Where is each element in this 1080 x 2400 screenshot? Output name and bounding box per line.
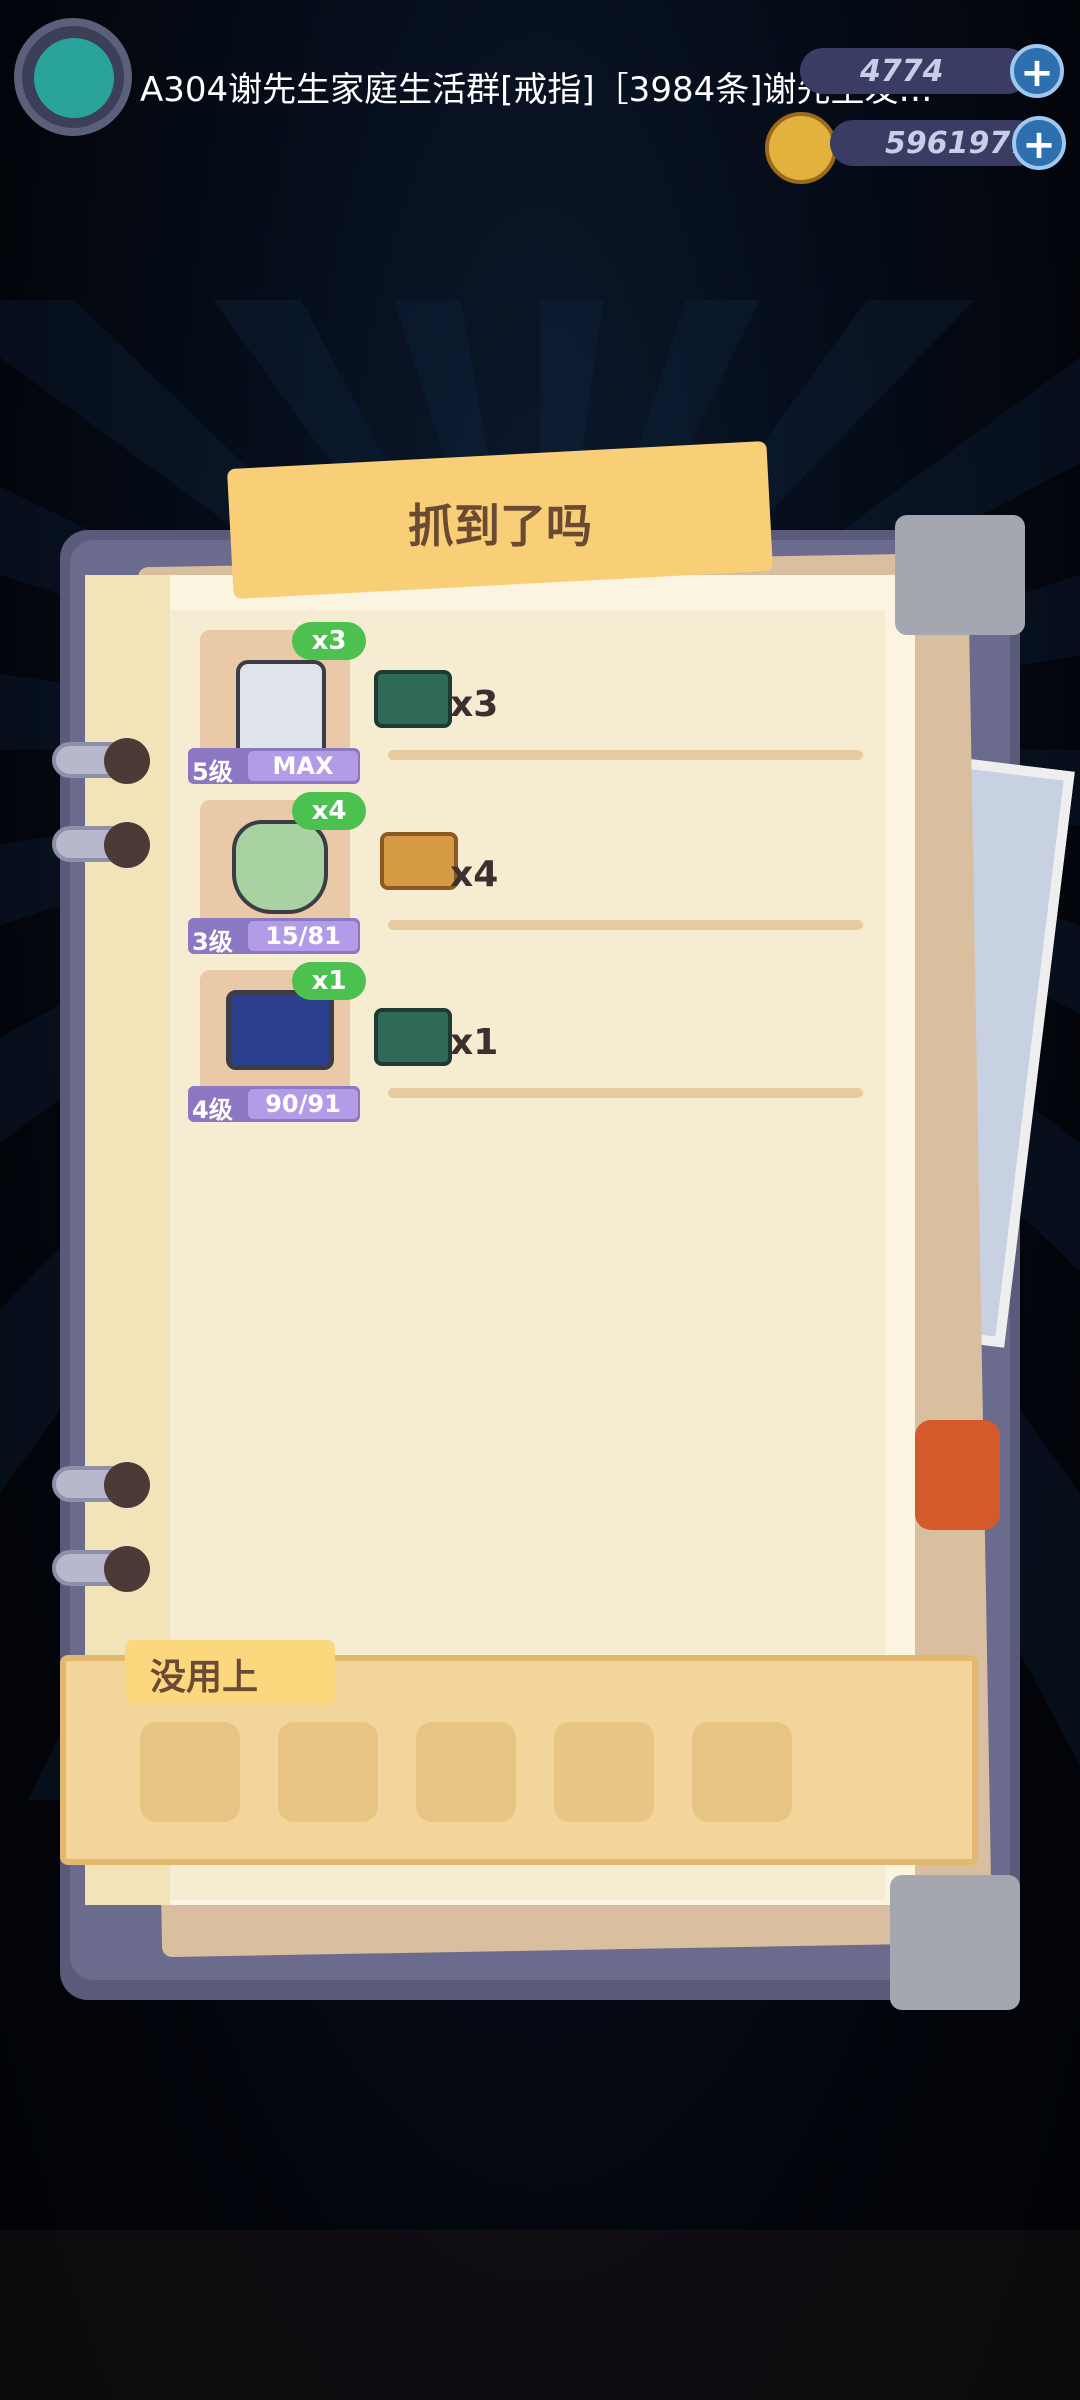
empty-item-slot[interactable] [140,1722,240,1822]
bottom-nav-bar [0,2230,1080,2400]
empty-item-slot[interactable] [416,1722,516,1822]
spiral-hole [104,1546,150,1592]
resource-1-value: 4774 [860,54,944,89]
level-label: 3级 [192,928,233,956]
add-resource-2-button[interactable]: + [1012,116,1066,170]
level-label: 5级 [192,758,233,786]
green-toolbox-icon [374,670,452,728]
level-label: 4级 [192,1096,233,1124]
corner-clip-bottom [890,1875,1020,2010]
row-divider [388,1088,863,1098]
keyboard-monster-icon [226,990,334,1070]
empty-item-slot[interactable] [554,1722,654,1822]
level-bar: 5级 MAX [188,748,360,786]
empty-item-slot[interactable] [278,1722,378,1822]
level-bar: 3级 15/81 [188,918,360,956]
corner-clip-top [895,515,1025,635]
reward-quantity: x1 [450,1022,499,1063]
reward-quantity: x4 [450,854,499,895]
panel-title: 抓到了吗 [408,499,592,553]
bookmark-tag [915,1420,1000,1530]
catch-count-badge: x3 [292,622,366,660]
level-progress: 90/91 [248,1089,358,1119]
wechat-avatar-icon[interactable] [34,38,114,118]
row-divider [388,750,863,760]
row-divider [388,920,863,930]
spiral-hole [104,1462,150,1508]
level-progress: 15/81 [248,921,358,951]
resource-2-value: 5961977 [885,126,1032,161]
jar-monster-icon [232,820,328,914]
empty-item-slot[interactable] [692,1722,792,1822]
gold-coin-icon [765,112,837,184]
level-bar: 4级 90/91 [188,1086,360,1124]
reward-quantity: x3 [450,684,499,725]
catch-count-badge: x1 [292,962,366,1000]
spiral-hole [104,822,150,868]
wooden-crate-icon [380,832,458,890]
robot-monster-icon [236,660,326,760]
unused-label: 没用上 [150,1657,259,1698]
catch-count-badge: x4 [292,792,366,830]
add-resource-1-button[interactable]: + [1010,44,1064,98]
spiral-hole [104,738,150,784]
green-toolbox-icon [374,1008,452,1066]
level-progress: MAX [248,751,358,781]
